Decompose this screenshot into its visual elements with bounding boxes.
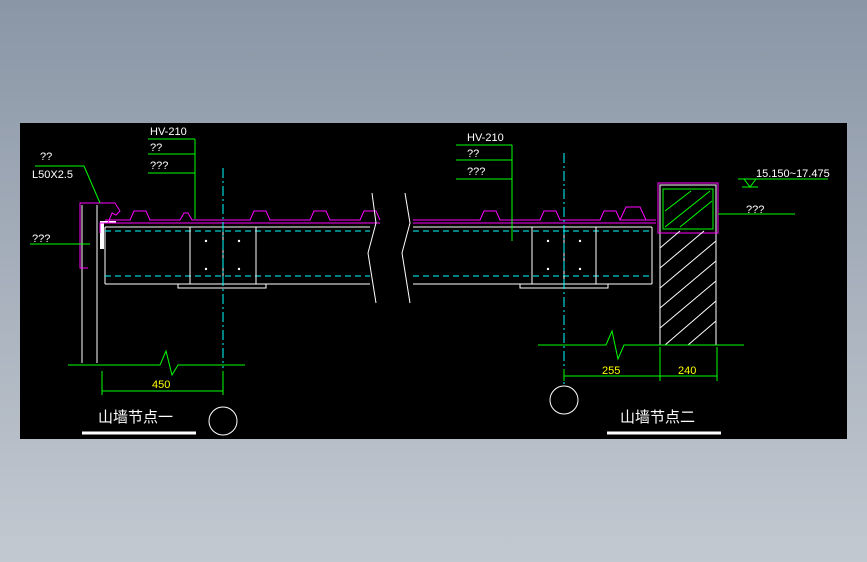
elevation-marker xyxy=(743,178,757,188)
detail-one-title: 山墙节点一 xyxy=(98,408,173,426)
axis-bubble xyxy=(208,406,238,436)
bolt xyxy=(578,267,582,271)
flashing xyxy=(619,206,647,221)
bolt xyxy=(546,267,550,271)
ground-line xyxy=(538,329,744,361)
bolt xyxy=(578,239,582,243)
bolt xyxy=(204,239,208,243)
axis-bubble xyxy=(549,385,579,415)
label-elevation: 15.150~17.475 xyxy=(756,168,830,180)
ground-line xyxy=(68,349,245,377)
label-q3: ??? xyxy=(150,160,168,172)
bolt xyxy=(546,239,550,243)
bolt xyxy=(237,239,241,243)
dimension-255: 255 xyxy=(602,365,620,377)
roof-deck xyxy=(105,210,381,221)
label-q2b: ?? xyxy=(150,142,162,154)
bolt xyxy=(204,267,208,271)
label-q2: ?? xyxy=(467,148,479,160)
steel-angle xyxy=(100,221,104,249)
label-q2: ?? xyxy=(40,151,52,163)
label-hv: HV-210 xyxy=(150,126,187,138)
dimension-240: 240 xyxy=(678,365,696,377)
detail-two: HV-210 ?? ??? 15.150~17.475 ??? 255 240 … xyxy=(413,132,830,435)
roof-deck xyxy=(413,210,656,221)
label-q3-right: ??? xyxy=(746,204,764,216)
break-line xyxy=(401,192,411,304)
cad-drawing: ?? L50X2.5 HV-210 ?? ??? ??? 450 山墙节点一 H… xyxy=(30,126,830,436)
coping-hatch xyxy=(664,190,713,228)
bolt xyxy=(237,267,241,271)
base-plate xyxy=(177,283,267,289)
detail-one: ?? L50X2.5 HV-210 ?? ??? ??? 450 山墙节点一 xyxy=(30,126,411,436)
label-hv: HV-210 xyxy=(467,132,504,144)
label-q3: ??? xyxy=(467,166,485,178)
wall-hatch xyxy=(659,230,717,346)
dimension-450: 450 xyxy=(152,379,170,391)
label-q3-left: ??? xyxy=(32,233,50,245)
label-angle: L50X2.5 xyxy=(32,169,73,181)
detail-two-title: 山墙节点二 xyxy=(620,408,695,426)
cad-drawing-canvas: ?? L50X2.5 HV-210 ?? ??? ??? 450 山墙节点一 H… xyxy=(20,123,847,439)
break-line xyxy=(367,192,377,304)
